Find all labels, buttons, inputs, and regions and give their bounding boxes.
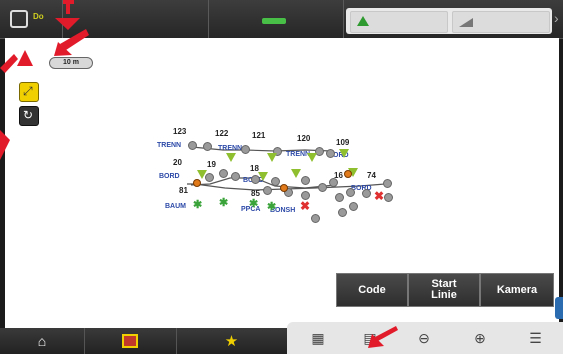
station-marker[interactable] [193,179,201,187]
logo-text: Do [33,12,44,21]
survey-point[interactable] [335,193,344,202]
code-label: TRENN [157,142,182,149]
connection-status-bar [262,18,286,24]
zoom-in-icon: ⊕ [474,329,486,346]
chevron-right-icon[interactable]: › [554,10,559,26]
vertex-triangle[interactable] [339,149,349,158]
point-label-20: 20 [173,158,182,167]
calculator-button[interactable]: ▤ [344,322,396,354]
calculator-icon: ▤ [363,329,377,346]
survey-point[interactable] [271,177,280,186]
tree-icon[interactable]: ✱ [219,198,228,209]
layers-icon: ☰ [529,329,542,346]
tree-icon[interactable]: ✱ [267,202,276,213]
vertex-triangle[interactable] [226,153,236,162]
app-frame: Do › ⤢ ↻ 10 m 123 122 121 120 109 20 19 … [0,0,563,354]
camera-button[interactable]: Kamera [480,273,554,307]
gnss-accuracy-segment[interactable] [452,11,550,33]
start-line-button[interactable]: Start Linie [408,273,480,307]
project-cell[interactable]: Do [0,0,63,38]
zoom-in-button[interactable]: ⊕ [452,322,508,354]
toolbar-cell-3[interactable] [208,0,344,38]
point-label-121: 121 [252,131,266,140]
favorites-button[interactable]: ★ [176,328,287,354]
vertex-triangle[interactable] [197,170,207,179]
tree-icon[interactable]: ✱ [193,200,202,211]
survey-point[interactable] [383,179,392,188]
survey-icon [122,334,138,348]
station-marker[interactable] [344,170,352,178]
zoom-out-button[interactable]: ⊖ [396,322,452,354]
survey-point[interactable] [231,172,240,181]
home-button[interactable]: ⌂ [0,328,85,354]
vertex-triangle[interactable] [291,169,301,178]
survey-point[interactable] [219,169,228,178]
vertex-triangle[interactable] [307,153,317,162]
vertex-triangle[interactable] [267,153,277,162]
survey-point[interactable] [346,188,355,197]
station-marker[interactable] [280,184,288,192]
survey-point[interactable] [188,141,197,150]
zoom-out-icon: ⊖ [418,329,430,346]
point-label-122: 122 [215,129,229,138]
code-label: BAUM [165,203,186,210]
satellite-icon [357,16,369,26]
table-icon: ▦ [311,329,325,346]
delete-marker-icon[interactable]: ✖ [300,200,310,212]
signal-icon [459,18,473,27]
survey-point[interactable] [384,193,393,202]
point-label-19: 19 [207,160,216,169]
survey-point[interactable] [263,186,272,195]
start-line-label: Start Linie [431,278,457,301]
survey-point[interactable] [301,176,310,185]
survey-button[interactable] [84,328,177,354]
survey-point[interactable] [203,142,212,151]
code-label: TRENN [218,145,243,152]
code-button-label: Code [358,283,386,296]
table-button[interactable]: ▦ [292,322,344,354]
survey-point[interactable] [349,202,358,211]
point-label-120: 120 [297,134,311,143]
code-label: BORD [159,173,180,180]
point-label-123: 123 [173,127,187,136]
layers-button[interactable]: ☰ [508,322,563,354]
survey-point[interactable] [329,178,338,187]
point-label-85: 85 [251,189,260,198]
point-label-81: 81 [179,186,188,195]
gnss-panel[interactable] [346,8,552,34]
code-button[interactable]: Code [336,273,408,307]
point-label-74: 74 [367,171,376,180]
delete-marker-icon[interactable]: ✖ [374,190,384,202]
tree-icon[interactable]: ✱ [249,199,258,210]
vertex-triangle[interactable] [258,172,268,181]
gnss-receiver-segment[interactable] [350,11,448,33]
survey-point[interactable] [311,214,320,223]
top-toolbar: Do › [0,0,563,39]
survey-point[interactable] [318,183,327,192]
toolbar-cell-2[interactable] [62,0,209,38]
project-icon [10,10,28,28]
survey-point[interactable] [326,149,335,158]
survey-point[interactable] [338,208,347,217]
survey-point[interactable] [241,145,250,154]
home-icon: ⌂ [37,333,47,349]
point-label-109: 109 [336,138,350,147]
star-icon: ★ [224,333,239,350]
survey-point[interactable] [362,189,371,198]
side-panel-tab[interactable] [555,297,563,319]
camera-button-label: Kamera [496,283,538,296]
